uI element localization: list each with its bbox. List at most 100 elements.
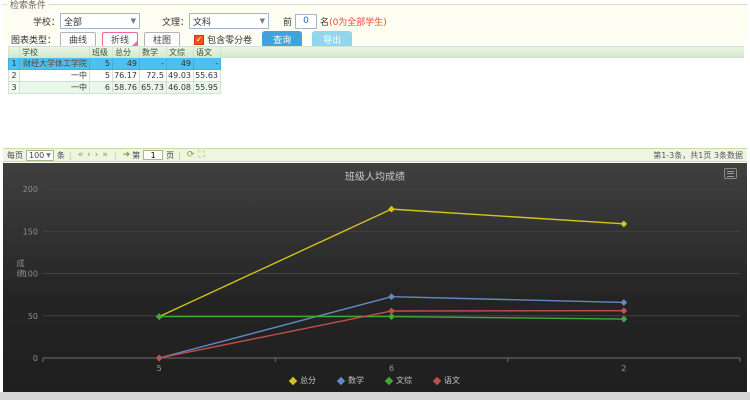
stream-select[interactable]: 文科 ▼ (189, 13, 269, 29)
table-header-row: 学校 班级 总分 数学 文综 语文 (8, 46, 744, 58)
chart-legend: 总分 数学 文综 语文 (3, 375, 747, 386)
legend-label: 语文 (444, 375, 460, 386)
svg-text:0: 0 (33, 354, 38, 363)
chart-type-label: 图表类型： (11, 33, 56, 46)
table-row[interactable]: 3 一中 6 158.76 65.73 46.08 55.95 (8, 82, 744, 94)
school-label: 学校： (33, 15, 60, 28)
pager-divider: | (114, 151, 117, 160)
cell-school: 财经大学体工学院 (20, 58, 90, 70)
cell-class: 6 (90, 82, 113, 94)
row-filler (221, 58, 744, 70)
cell-arts: 49.03 (167, 70, 194, 82)
diamond-marker-icon (433, 376, 441, 384)
pager-divider: | (178, 151, 181, 160)
pager-summary: 第1-3条，共1页 3条数据 (653, 150, 743, 161)
chart-title: 班级人均成绩 (3, 168, 747, 183)
svg-text:50: 50 (28, 312, 38, 321)
go-page-icon[interactable]: ➜ (123, 150, 131, 160)
include-zero-checkbox[interactable]: ✓ (194, 35, 204, 45)
results-table: 学校 班级 总分 数学 文综 语文 1 财经大学体工学院 5 49 - 49 -… (8, 46, 744, 94)
pager-divider: | (69, 151, 72, 160)
per-page-select[interactable]: 100 ▼ (26, 150, 54, 161)
header-chinese[interactable]: 语文 (194, 46, 221, 58)
page-prefix: 第 (132, 150, 140, 161)
cell-total: 158.76 (113, 82, 140, 94)
header-filler (221, 46, 744, 58)
per-page-value: 100 (29, 151, 44, 160)
table-row[interactable]: 1 财经大学体工学院 5 49 - 49 - (8, 58, 744, 70)
per-page-unit: 条 (57, 150, 65, 161)
y-axis-title: 成绩 (15, 259, 26, 279)
row-filler (221, 70, 744, 82)
chart-type-line-label: 折线 (111, 35, 129, 45)
cell-arts: 49 (167, 58, 194, 70)
diamond-marker-icon (385, 376, 393, 384)
table-row[interactable]: 2 一中 5 176.17 72.5 49.03 55.63 (8, 70, 744, 82)
cell-chinese: 55.95 (194, 82, 221, 94)
cell-arts: 46.08 (167, 82, 194, 94)
legend-label: 文综 (396, 375, 412, 386)
header-arts[interactable]: 文综 (167, 46, 194, 58)
cell-math: 72.5 (140, 70, 167, 82)
legend-label: 总分 (300, 375, 316, 386)
row-filler (221, 82, 744, 94)
chart-menu-icon[interactable] (724, 168, 737, 179)
svg-text:200: 200 (23, 185, 38, 194)
legend-item-total[interactable]: 总分 (290, 375, 316, 386)
cell-chinese: 55.63 (194, 70, 221, 82)
top-n-prefix: 前 (283, 15, 292, 28)
line-chart-canvas: 050100150200562 (3, 163, 747, 392)
svg-text:6: 6 (389, 364, 394, 373)
school-select-value: 全部 (64, 15, 82, 28)
cell-class: 5 (90, 70, 113, 82)
first-page-icon[interactable]: « (78, 150, 84, 160)
resize-icon[interactable]: ⛶ (198, 150, 204, 160)
chevron-down-icon: ▼ (46, 152, 51, 159)
search-panel: 检索条件 学校： 全部 ▼ 文理： 文科 ▼ 前 名 (0为全部学生) 图表类型… (3, 4, 747, 44)
svg-text:5: 5 (157, 364, 162, 373)
header-class[interactable]: 班级 (90, 46, 113, 58)
last-page-icon[interactable]: » (102, 150, 108, 160)
row-number: 3 (8, 82, 20, 94)
cell-total: 49 (113, 58, 140, 70)
chevron-down-icon: ▼ (260, 17, 265, 25)
stream-label: 文理： (162, 15, 189, 28)
header-total[interactable]: 总分 (113, 46, 140, 58)
header-math[interactable]: 数学 (140, 46, 167, 58)
legend-label: 数学 (348, 375, 364, 386)
next-page-icon[interactable]: › (95, 150, 99, 160)
cell-chinese: - (194, 58, 221, 70)
class-average-chart: 班级人均成绩 成绩 050100150200562 总分 数学 文综 语文 (3, 163, 747, 392)
legend-item-chinese[interactable]: 语文 (434, 375, 460, 386)
top-n-input[interactable] (295, 14, 317, 29)
top-n-note: (0为全部学生) (329, 15, 387, 28)
cell-math: 65.73 (140, 82, 167, 94)
include-zero-label: 包含零分卷 (207, 33, 252, 46)
score-query-window: 检索条件 学校： 全部 ▼ 文理： 文科 ▼ 前 名 (0为全部学生) 图表类型… (0, 0, 750, 400)
row-number: 2 (8, 70, 20, 82)
legend-item-math[interactable]: 数学 (338, 375, 364, 386)
window-bottom-edge (0, 392, 750, 400)
page-number-input[interactable] (143, 150, 163, 160)
cell-total: 176.17 (113, 70, 140, 82)
stream-select-value: 文科 (193, 15, 211, 28)
legend-item-arts[interactable]: 文综 (386, 375, 412, 386)
prev-page-icon[interactable]: ‹ (87, 150, 91, 160)
header-school[interactable]: 学校 (20, 46, 90, 58)
refresh-icon[interactable]: ⟳ (187, 150, 195, 160)
cell-class: 5 (90, 58, 113, 70)
diamond-marker-icon (289, 376, 297, 384)
search-panel-legend: 检索条件 (7, 0, 49, 11)
diamond-marker-icon (337, 376, 345, 384)
header-rownum (8, 46, 20, 58)
school-select[interactable]: 全部 ▼ (60, 13, 140, 29)
cell-school: 一中 (20, 70, 90, 82)
svg-text:2: 2 (621, 364, 626, 373)
chevron-down-icon: ▼ (131, 17, 136, 25)
pager-bar: 每页 100 ▼ 条 | « ‹ › » | ➜ 第 页 | ⟳ ⛶ 第1-3条… (3, 148, 747, 162)
cell-math: - (140, 58, 167, 70)
row-number: 1 (8, 58, 20, 70)
svg-text:150: 150 (23, 227, 38, 236)
per-page-label: 每页 (7, 150, 23, 161)
page-suffix: 页 (166, 150, 174, 161)
